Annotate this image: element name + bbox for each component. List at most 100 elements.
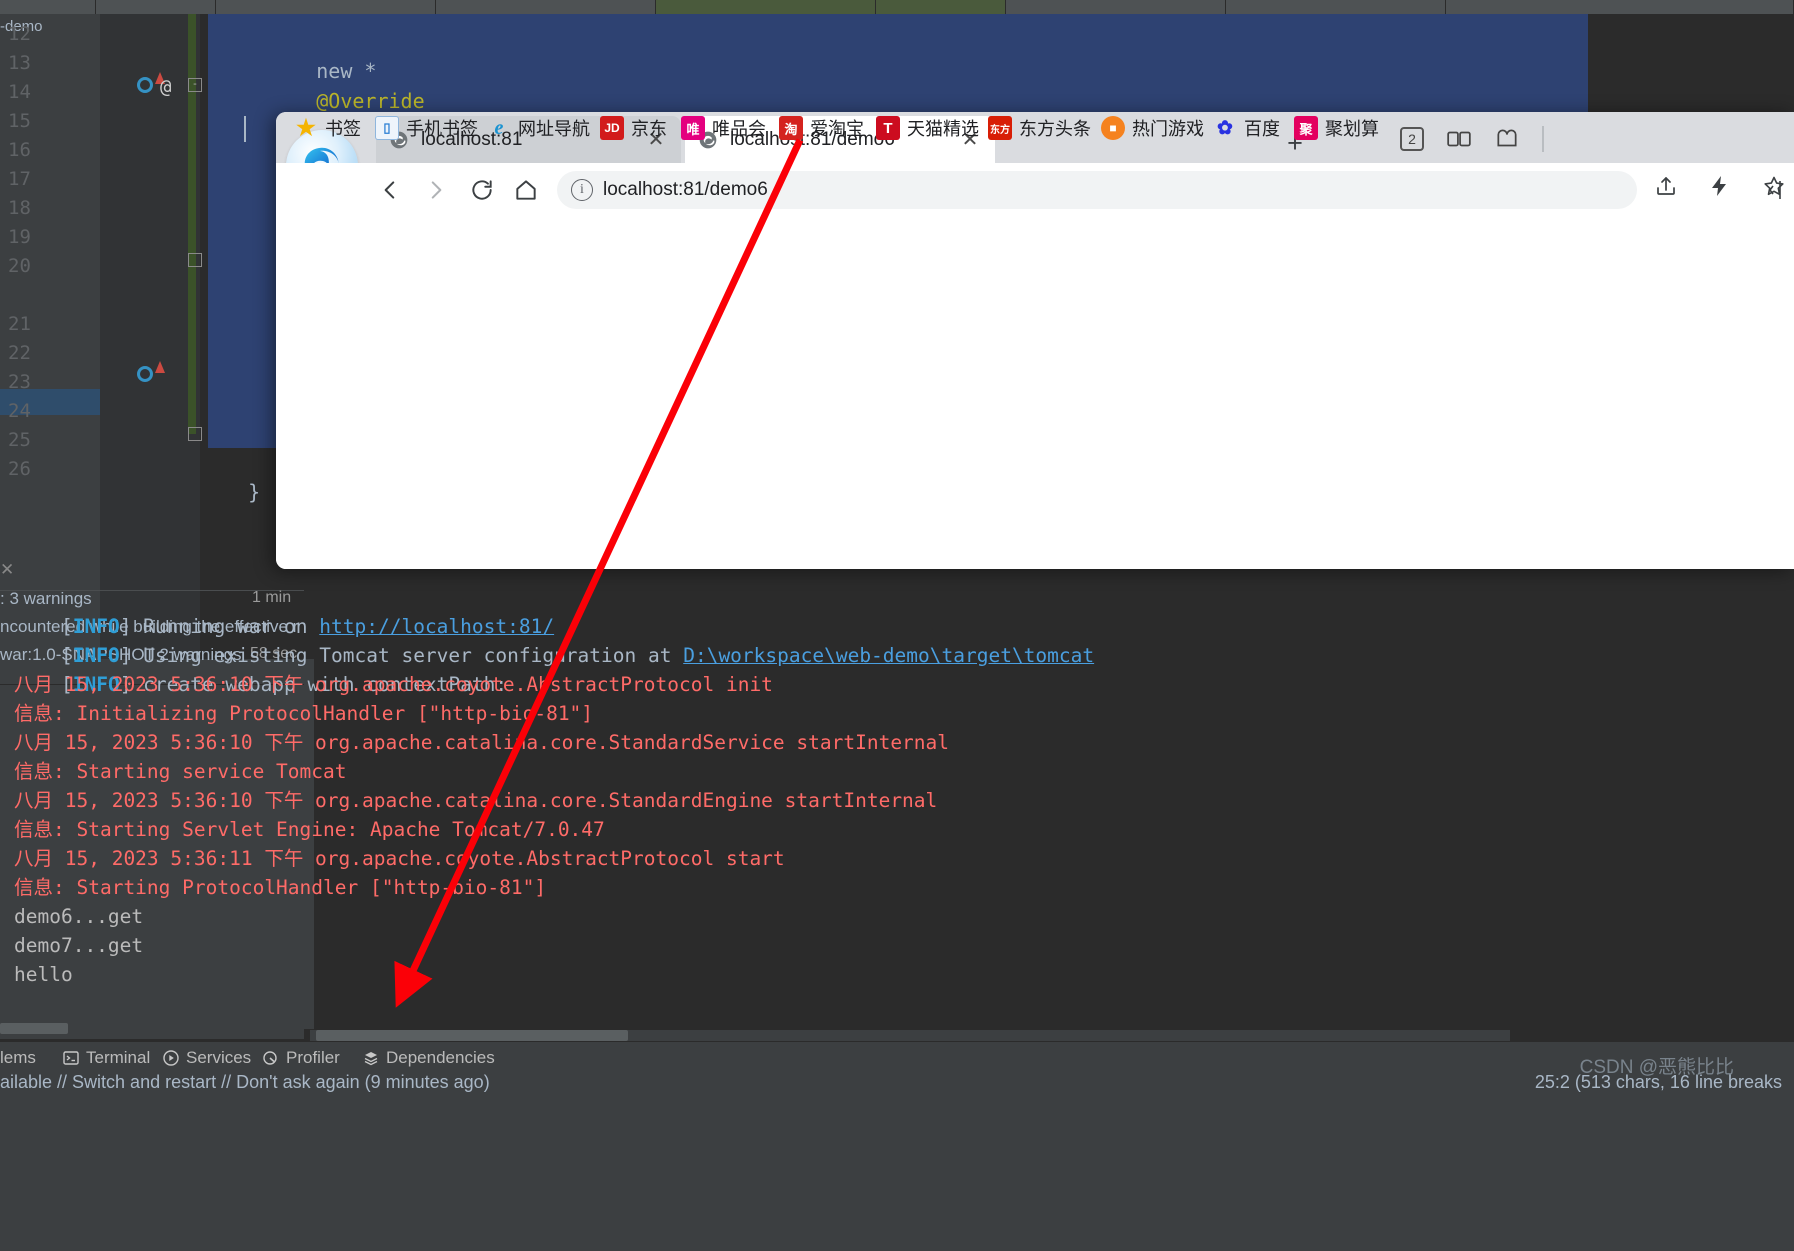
line-number: 21 (8, 313, 31, 335)
fold-region-icon[interactable] (188, 427, 202, 441)
line-number: 15 (8, 110, 31, 132)
vertical-divider (1542, 126, 1544, 152)
console-line: 信息: Starting ProtocolHandler ["http-bio-… (14, 876, 547, 899)
bookmark-label: 聚划算 (1325, 119, 1379, 139)
terminal-icon (62, 1050, 79, 1067)
tool-button-problems[interactable]: lems (0, 1048, 36, 1068)
console-line: 八月 15, 2023 5:36:11 下午 org.apache.coyote… (14, 847, 785, 870)
dongfang-icon: 东方 (988, 116, 1012, 140)
editor-tab[interactable] (876, 0, 1006, 14)
baidu-paw-icon: ✿ (1217, 117, 1233, 139)
bookmark-taobao[interactable]: 淘 爱淘宝 (779, 113, 864, 143)
line-number: 16 (8, 139, 31, 161)
editor-tab[interactable] (96, 0, 216, 14)
split-screen-icon[interactable] (1446, 126, 1472, 152)
bookmark-baidu[interactable]: ✿ 百度 (1213, 113, 1280, 143)
csdn-watermark: CSDN @恶熊比比 (1579, 1057, 1734, 1078)
bookmark-label: 天猫精选 (907, 119, 979, 139)
console-scroll-thumb[interactable] (316, 1030, 628, 1041)
editor-tab[interactable] (656, 0, 876, 14)
editor-gutter[interactable] (100, 14, 200, 659)
annotation-at-icon: @ (160, 76, 172, 98)
bookmark-jd[interactable]: JD 京东 (600, 113, 667, 143)
site-info-icon[interactable]: i (571, 179, 593, 201)
bookmark-vip[interactable]: 唯 唯品会 (681, 113, 766, 143)
tool-button-dependencies[interactable]: Dependencies (362, 1048, 495, 1068)
console-line: 信息: Starting service Tomcat (14, 760, 347, 783)
share-icon[interactable] (1654, 174, 1680, 200)
forward-button[interactable] (420, 174, 452, 206)
editor-tab[interactable] (1226, 0, 1446, 14)
star-icon: ★ (296, 115, 316, 140)
bookmark-dongfang[interactable]: 东方 东方头条 (988, 113, 1091, 143)
tab-count-badge[interactable]: 2 (1400, 127, 1424, 151)
bookmark-phone[interactable]: ▯ 手机书签 (375, 113, 478, 143)
play-icon (162, 1049, 179, 1067)
browser-window[interactable]: localhost:81 ✕ localhost:81/demo6 ✕ + 2 (276, 112, 1794, 569)
fold-region-icon[interactable]: - (188, 78, 202, 92)
editor-tab[interactable] (436, 0, 656, 14)
bookmark-label: 书签 (325, 119, 361, 139)
bookmark-label: 百度 (1244, 119, 1280, 139)
line-number: 17 (8, 168, 31, 190)
tabstrip-actions: 2 (1400, 126, 1544, 152)
build-scrollbar-thumb[interactable] (0, 1023, 68, 1034)
override-arrow-icon (155, 361, 165, 373)
bookmarks-bar[interactable] (276, 217, 1794, 262)
bookmark-tmall[interactable]: T 天猫精选 (876, 113, 979, 143)
console-output-demo7: demo7...get (14, 934, 144, 957)
line-number: 20 (8, 255, 31, 277)
vip-icon: 唯 (681, 116, 705, 140)
tmall-icon: T (876, 116, 900, 140)
override-method-icon[interactable] (137, 366, 153, 382)
performance-icon[interactable] (1708, 174, 1734, 200)
console-output-hello: hello (14, 963, 73, 986)
bookmark-label: 唯品会 (712, 119, 766, 139)
jd-icon: JD (600, 116, 624, 140)
bookmark-label: 网址导航 (518, 119, 590, 139)
tool-label: lems (0, 1048, 36, 1067)
screen-root: -demo 12 13 14 15 16 17 18 19 20 21 22 2… (0, 0, 1794, 1251)
bookmark-games[interactable]: ■ 热门游戏 (1101, 113, 1204, 143)
line-number: 24 (8, 400, 31, 422)
tool-label: Dependencies (386, 1048, 495, 1067)
bookmark-shuqian[interactable]: ★ 书签 (294, 113, 361, 143)
status-notification[interactable]: ailable // Switch and restart // Don't a… (0, 1072, 490, 1093)
bookmark-nav[interactable]: e 网址导航 (487, 113, 590, 143)
back-button[interactable] (374, 174, 406, 206)
page-viewport[interactable] (276, 262, 1794, 569)
vcs-change-marker (188, 14, 196, 434)
juhuasuan-icon: 聚 (1294, 116, 1318, 140)
bookmark-label: 爱淘宝 (810, 119, 864, 139)
bookmark-label: 京东 (631, 119, 667, 139)
editor-tab-bar[interactable] (0, 0, 1794, 14)
console-output-demo6: demo6...get (14, 905, 144, 928)
tool-button-services[interactable]: Services (162, 1048, 251, 1068)
text-caret (244, 116, 246, 142)
tool-label: Profiler (286, 1048, 340, 1067)
editor-tab[interactable] (216, 0, 436, 14)
editor-tab-active[interactable] (1446, 0, 1794, 14)
close-icon[interactable]: ✕ (0, 560, 14, 580)
collections-icon[interactable] (1494, 126, 1520, 152)
tool-label: Terminal (86, 1048, 151, 1067)
phone-bookmark-icon: ▯ (375, 116, 399, 140)
line-number: 13 (8, 52, 31, 74)
fold-region-icon[interactable] (188, 253, 202, 267)
tool-button-terminal[interactable]: Terminal (62, 1048, 150, 1068)
split-icon[interactable] (1764, 174, 1794, 206)
address-bar[interactable]: i localhost:81/demo6 (557, 171, 1637, 209)
layers-icon (362, 1050, 379, 1067)
bookmark-juhuasuan[interactable]: 聚 聚划算 (1294, 113, 1379, 143)
home-button[interactable] (510, 174, 542, 206)
editor-tab[interactable] (1006, 0, 1226, 14)
address-bar-url[interactable]: localhost:81/demo6 (603, 179, 768, 201)
editor-tab[interactable] (0, 0, 96, 14)
console-line: 八月 15, 2023 5:36:10 下午 org.apache.catali… (14, 731, 950, 754)
reload-button[interactable] (466, 174, 498, 206)
override-method-icon[interactable] (137, 77, 153, 93)
line-number: 14 (8, 81, 31, 103)
tool-label: Services (186, 1048, 252, 1067)
edge-nav-icon: e (494, 116, 504, 139)
tool-button-profiler[interactable]: Profiler (262, 1048, 340, 1068)
